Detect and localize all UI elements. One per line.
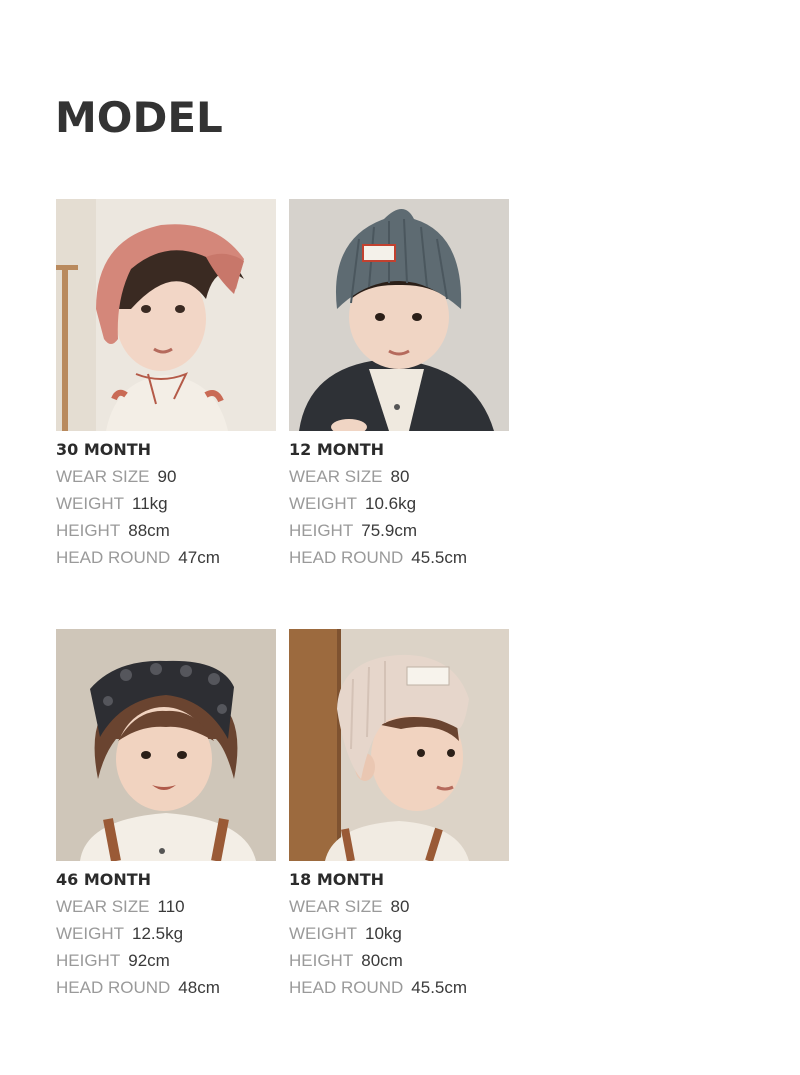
wear-size-row: WEAR SIZE 110 [56,897,276,917]
height-value: 88cm [128,521,170,540]
model-card: 30 MONTH WEAR SIZE 90 WEIGHT 11kg HEIGHT 88… [56,199,276,568]
wear-size-value: 80 [390,897,410,916]
wear-size-value: 110 [157,897,185,916]
head-round-label: HEAD ROUND [289,548,404,567]
wear-size-value: 90 [157,467,177,486]
head-round-value: 48cm [178,978,220,997]
weight-value: 10kg [365,924,402,943]
weight-row: WEIGHT 10.6kg [289,494,509,514]
head-round-value: 45.5cm [411,978,468,997]
head-round-row: HEAD ROUND 45.5cm [289,548,509,568]
height-label: HEIGHT [289,951,354,970]
height-value: 92cm [128,951,170,970]
height-row: HEIGHT 92cm [56,951,276,971]
weight-value: 10.6kg [365,494,417,513]
weight-value: 11kg [132,494,168,513]
wear-size-label: WEAR SIZE [56,897,150,916]
wear-size-row: WEAR SIZE 90 [56,467,276,487]
model-age: 12 MONTH [289,440,385,459]
head-round-label: HEAD ROUND [56,548,171,567]
wear-size-label: WEAR SIZE [289,467,383,486]
model-photo [56,199,276,431]
head-round-value: 45.5cm [411,548,468,567]
head-round-value: 47cm [178,548,220,567]
model-card: 18 MONTH WEAR SIZE 80 WEIGHT 10kg HEIGHT 80… [289,629,509,998]
model-age: 46 MONTH [56,870,152,889]
wear-size-row: WEAR SIZE 80 [289,897,509,917]
height-row: HEIGHT 88cm [56,521,276,541]
wear-size-value: 80 [390,467,410,486]
model-card: 12 MONTH WEAR SIZE 80 WEIGHT 10.6kg HEIGHT… [289,199,509,568]
height-row: HEIGHT 75.9cm [289,521,509,541]
wear-size-row: WEAR SIZE 80 [289,467,509,487]
weight-value: 12.5kg [132,924,184,943]
height-value: 75.9cm [361,521,417,540]
model-age: 30 MONTH [56,440,152,459]
model-photo [289,629,509,861]
height-label: HEIGHT [289,521,354,540]
model-photo [56,629,276,861]
height-value: 80cm [361,951,403,970]
model-age: 18 MONTH [289,870,385,889]
weight-row: WEIGHT 12.5kg [56,924,276,944]
model-card: 46 MONTH WEAR SIZE 110 WEIGHT 12.5kg HEIGH… [56,629,276,998]
wear-size-label: WEAR SIZE [289,897,383,916]
weight-label: WEIGHT [289,494,357,513]
height-label: HEIGHT [56,951,121,970]
head-round-row: HEAD ROUND 48cm [56,978,276,998]
wear-size-label: WEAR SIZE [56,467,150,486]
height-row: HEIGHT 80cm [289,951,509,971]
page-title: MODEL [55,93,223,142]
weight-row: WEIGHT 10kg [289,924,509,944]
weight-row: WEIGHT 11kg [56,494,276,514]
head-round-row: HEAD ROUND 47cm [56,548,276,568]
height-label: HEIGHT [56,521,121,540]
model-photo [289,199,509,431]
weight-label: WEIGHT [289,924,357,943]
weight-label: WEIGHT [56,494,124,513]
head-round-label: HEAD ROUND [289,978,404,997]
head-round-label: HEAD ROUND [56,978,171,997]
head-round-row: HEAD ROUND 45.5cm [289,978,509,998]
weight-label: WEIGHT [56,924,124,943]
